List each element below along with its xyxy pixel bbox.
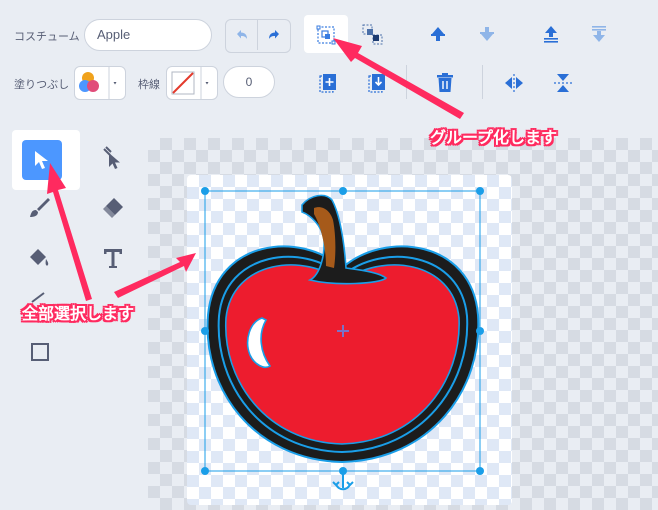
rotate-handle-icon xyxy=(332,474,354,491)
annotation-arrow-group xyxy=(333,38,464,119)
apple-drawing xyxy=(47,38,484,491)
annotation-select-all-label: 全部選択します xyxy=(22,306,135,323)
annotation-group-label: グループ化します xyxy=(430,130,558,147)
annotation-arrow-select-all xyxy=(47,163,196,301)
